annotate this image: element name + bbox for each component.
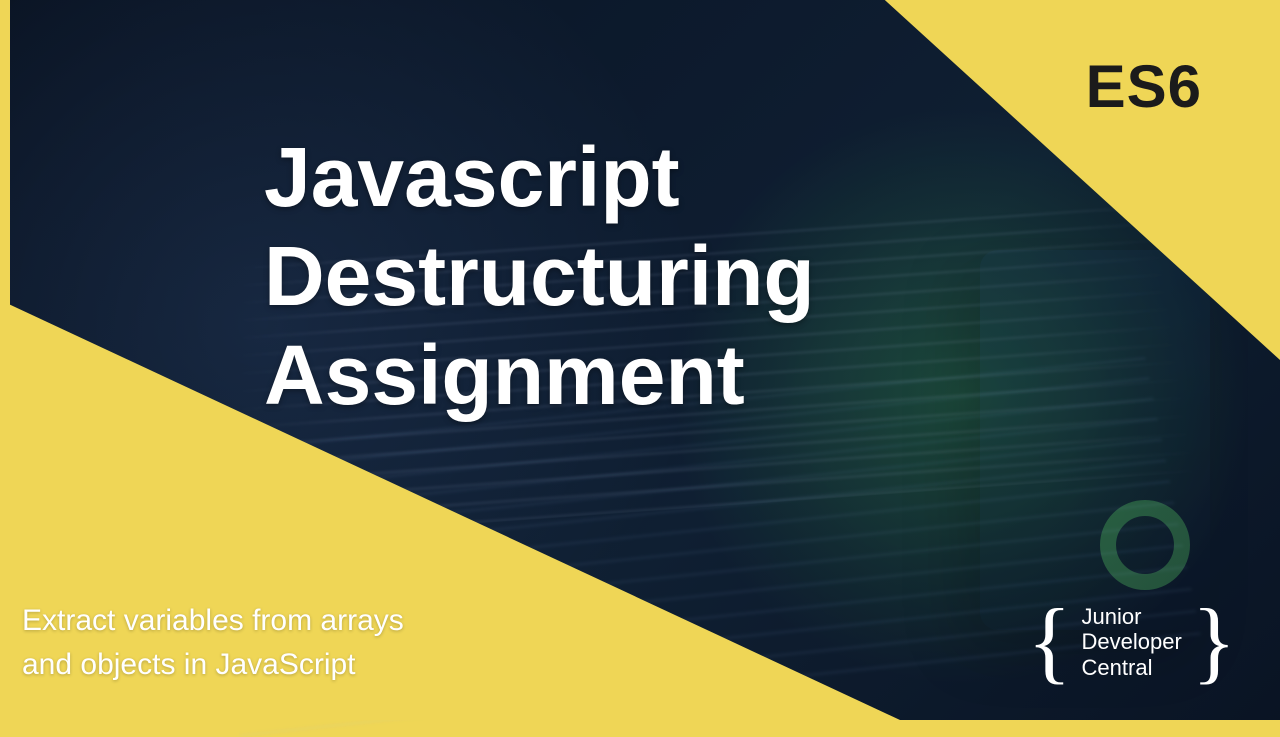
brand-logo-text: Junior Developer Central — [1082, 604, 1182, 680]
main-title: Javascript Destructuring Assignment — [264, 128, 815, 425]
es6-badge: ES6 — [1086, 52, 1202, 121]
brand-line-1: Junior — [1082, 604, 1182, 629]
green-ring-icon — [1100, 500, 1190, 590]
left-brace-icon: { — [1027, 605, 1071, 679]
brand-line-3: Central — [1082, 655, 1182, 680]
brand-line-2: Developer — [1082, 629, 1182, 654]
right-brace-icon: } — [1192, 605, 1236, 679]
subtitle-text: Extract variables from arrays and object… — [22, 599, 404, 686]
secondary-device-hint — [980, 250, 1210, 630]
brand-logo: { Junior Developer Central } — [1027, 604, 1236, 680]
